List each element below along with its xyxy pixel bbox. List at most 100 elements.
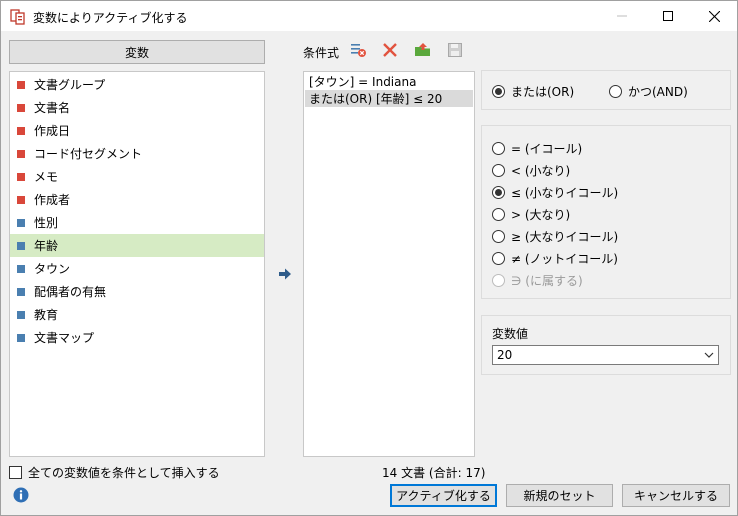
variable-item[interactable]: タウン [10,257,264,280]
logic-or-radio[interactable]: または(OR) [492,83,574,100]
delete-all-conditions-button[interactable] [349,41,367,59]
close-button[interactable] [691,1,737,31]
delete-condition-button[interactable] [381,41,399,59]
title-bar: 変数によりアクティブ化する [1,1,737,31]
app-icon [10,9,25,25]
conditions-list[interactable]: [タウン] = Indiana または(OR) [年齢] ≤ 20 [303,71,475,457]
variables-header[interactable]: 変数 [9,40,265,64]
variable-label: 文書マップ [34,331,95,345]
add-condition-arrow-icon[interactable] [278,267,292,281]
variable-type-icon [17,241,25,250]
minimize-icon [617,15,627,17]
open-conditions-button[interactable] [414,41,432,59]
delete-x-icon [383,43,397,57]
variable-type-icon [17,287,25,296]
variable-type-icon [17,218,25,227]
minimize-button[interactable] [599,1,645,31]
variable-type-icon [17,126,25,135]
variable-label: 配偶者の有無 [34,285,107,299]
condition-item[interactable]: または(OR) [年齢] ≤ 20 [305,90,473,107]
operator-label: ≠ (ノットイコール) [511,252,618,266]
save-disk-icon [448,43,462,57]
variable-label: メモ [34,170,59,184]
insert-all-label: 全ての変数値を条件として挿入する [28,466,220,480]
operator-radio[interactable]: < (小なり) [492,162,570,179]
variable-item[interactable]: 配偶者の有無 [10,280,264,303]
variable-label: 文書名 [34,101,71,115]
operator-label: ∋ (に属する) [511,274,583,288]
variable-label: コード付セグメント [34,147,143,161]
operator-radio[interactable]: = (イコール) [492,140,582,157]
radio-or-indicator [492,85,505,98]
variable-item[interactable]: 年齢 [10,234,264,257]
variable-item[interactable]: コード付セグメント [10,142,264,165]
operator-label: = (イコール) [511,142,583,156]
variable-label: 教育 [34,308,59,322]
insert-all-checkbox[interactable]: 全ての変数値を条件として挿入する [9,464,220,481]
variable-label: 作成者 [34,193,71,207]
open-folder-icon [415,43,430,56]
value-current: 20 [497,348,513,362]
document-count-status: 14 文書 (合計: 17) [382,466,486,480]
logic-or-label: または(OR) [511,85,575,99]
radio-and-indicator [609,85,622,98]
operator-radio-indicator [492,252,505,265]
operator-label: > (大なり) [511,208,571,222]
variables-list[interactable]: 文書グループ 文書名作成日コード付セグメント メモ作成者性別年齢タウン配偶者の有無教… [9,71,265,457]
maximize-button[interactable] [645,1,691,31]
operator-radio-indicator [492,208,505,221]
variable-type-icon [17,149,25,158]
operator-radio-indicator [492,274,505,287]
operator-radio-indicator [492,164,505,177]
activate-button[interactable]: アクティブ化する [390,484,497,507]
variable-label: 年齢 [34,239,59,253]
operator-radio[interactable]: ≠ (ノットイコール) [492,250,618,267]
window-title: 変数によりアクティブ化する [33,11,188,25]
operator-radio[interactable]: > (大なり) [492,206,570,223]
close-icon [708,10,720,22]
value-label: 変数値 [492,327,529,341]
variable-item[interactable]: 文書名 [10,96,264,119]
operator-radio-indicator [492,186,505,199]
variable-item[interactable]: 作成者 [10,188,264,211]
operator-radio: ∋ (に属する) [492,272,583,289]
insert-all-checkbox-box[interactable] [9,466,22,479]
chevron-down-icon [704,352,714,358]
cancel-button[interactable]: キャンセルする [622,484,730,507]
info-icon[interactable] [13,487,29,503]
operator-label: ≤ (小なりイコール) [511,186,619,200]
variable-item[interactable]: 性別 [10,211,264,234]
condition-item[interactable]: [タウン] = Indiana [305,73,473,90]
new-set-button[interactable]: 新規のセット [506,484,613,507]
variable-label: 作成日 [34,124,71,138]
operator-radio-indicator [492,230,505,243]
variable-item[interactable]: 文書グループ [10,73,264,96]
operator-label: ≥ (大なりイコール) [511,230,619,244]
variable-type-icon [17,264,25,273]
variable-type-icon [17,333,25,342]
variable-label: タウン [34,262,71,276]
operator-radio[interactable]: ≥ (大なりイコール) [492,228,618,245]
operator-label: < (小なり) [511,164,571,178]
save-conditions-button[interactable] [446,41,464,59]
variable-label: 文書グループ [34,78,106,92]
operator-radio[interactable]: ≤ (小なりイコール) [492,184,618,201]
clear-list-icon [351,44,366,57]
variable-type-icon [17,103,25,112]
variable-type-icon [17,80,25,89]
variable-type-icon [17,195,25,204]
variable-item[interactable]: メモ [10,165,264,188]
variable-label: 性別 [34,216,59,230]
variable-item[interactable]: 作成日 [10,119,264,142]
logic-and-radio[interactable]: かつ(AND) [609,83,688,100]
variable-item[interactable]: 文書マップ [10,326,264,349]
variable-type-icon [17,172,25,181]
value-select[interactable]: 20 [492,345,719,365]
operator-radio-indicator [492,142,505,155]
variable-item[interactable]: 教育 [10,303,264,326]
logic-and-label: かつ(AND) [628,85,688,99]
conditions-label: 条件式 [303,46,340,60]
maximize-icon [663,11,673,21]
variable-type-icon [17,310,25,319]
dialog-window: 変数によりアクティブ化する 変数 文書グループ 文書名作成日コード付セグメント メモ… [0,0,738,516]
